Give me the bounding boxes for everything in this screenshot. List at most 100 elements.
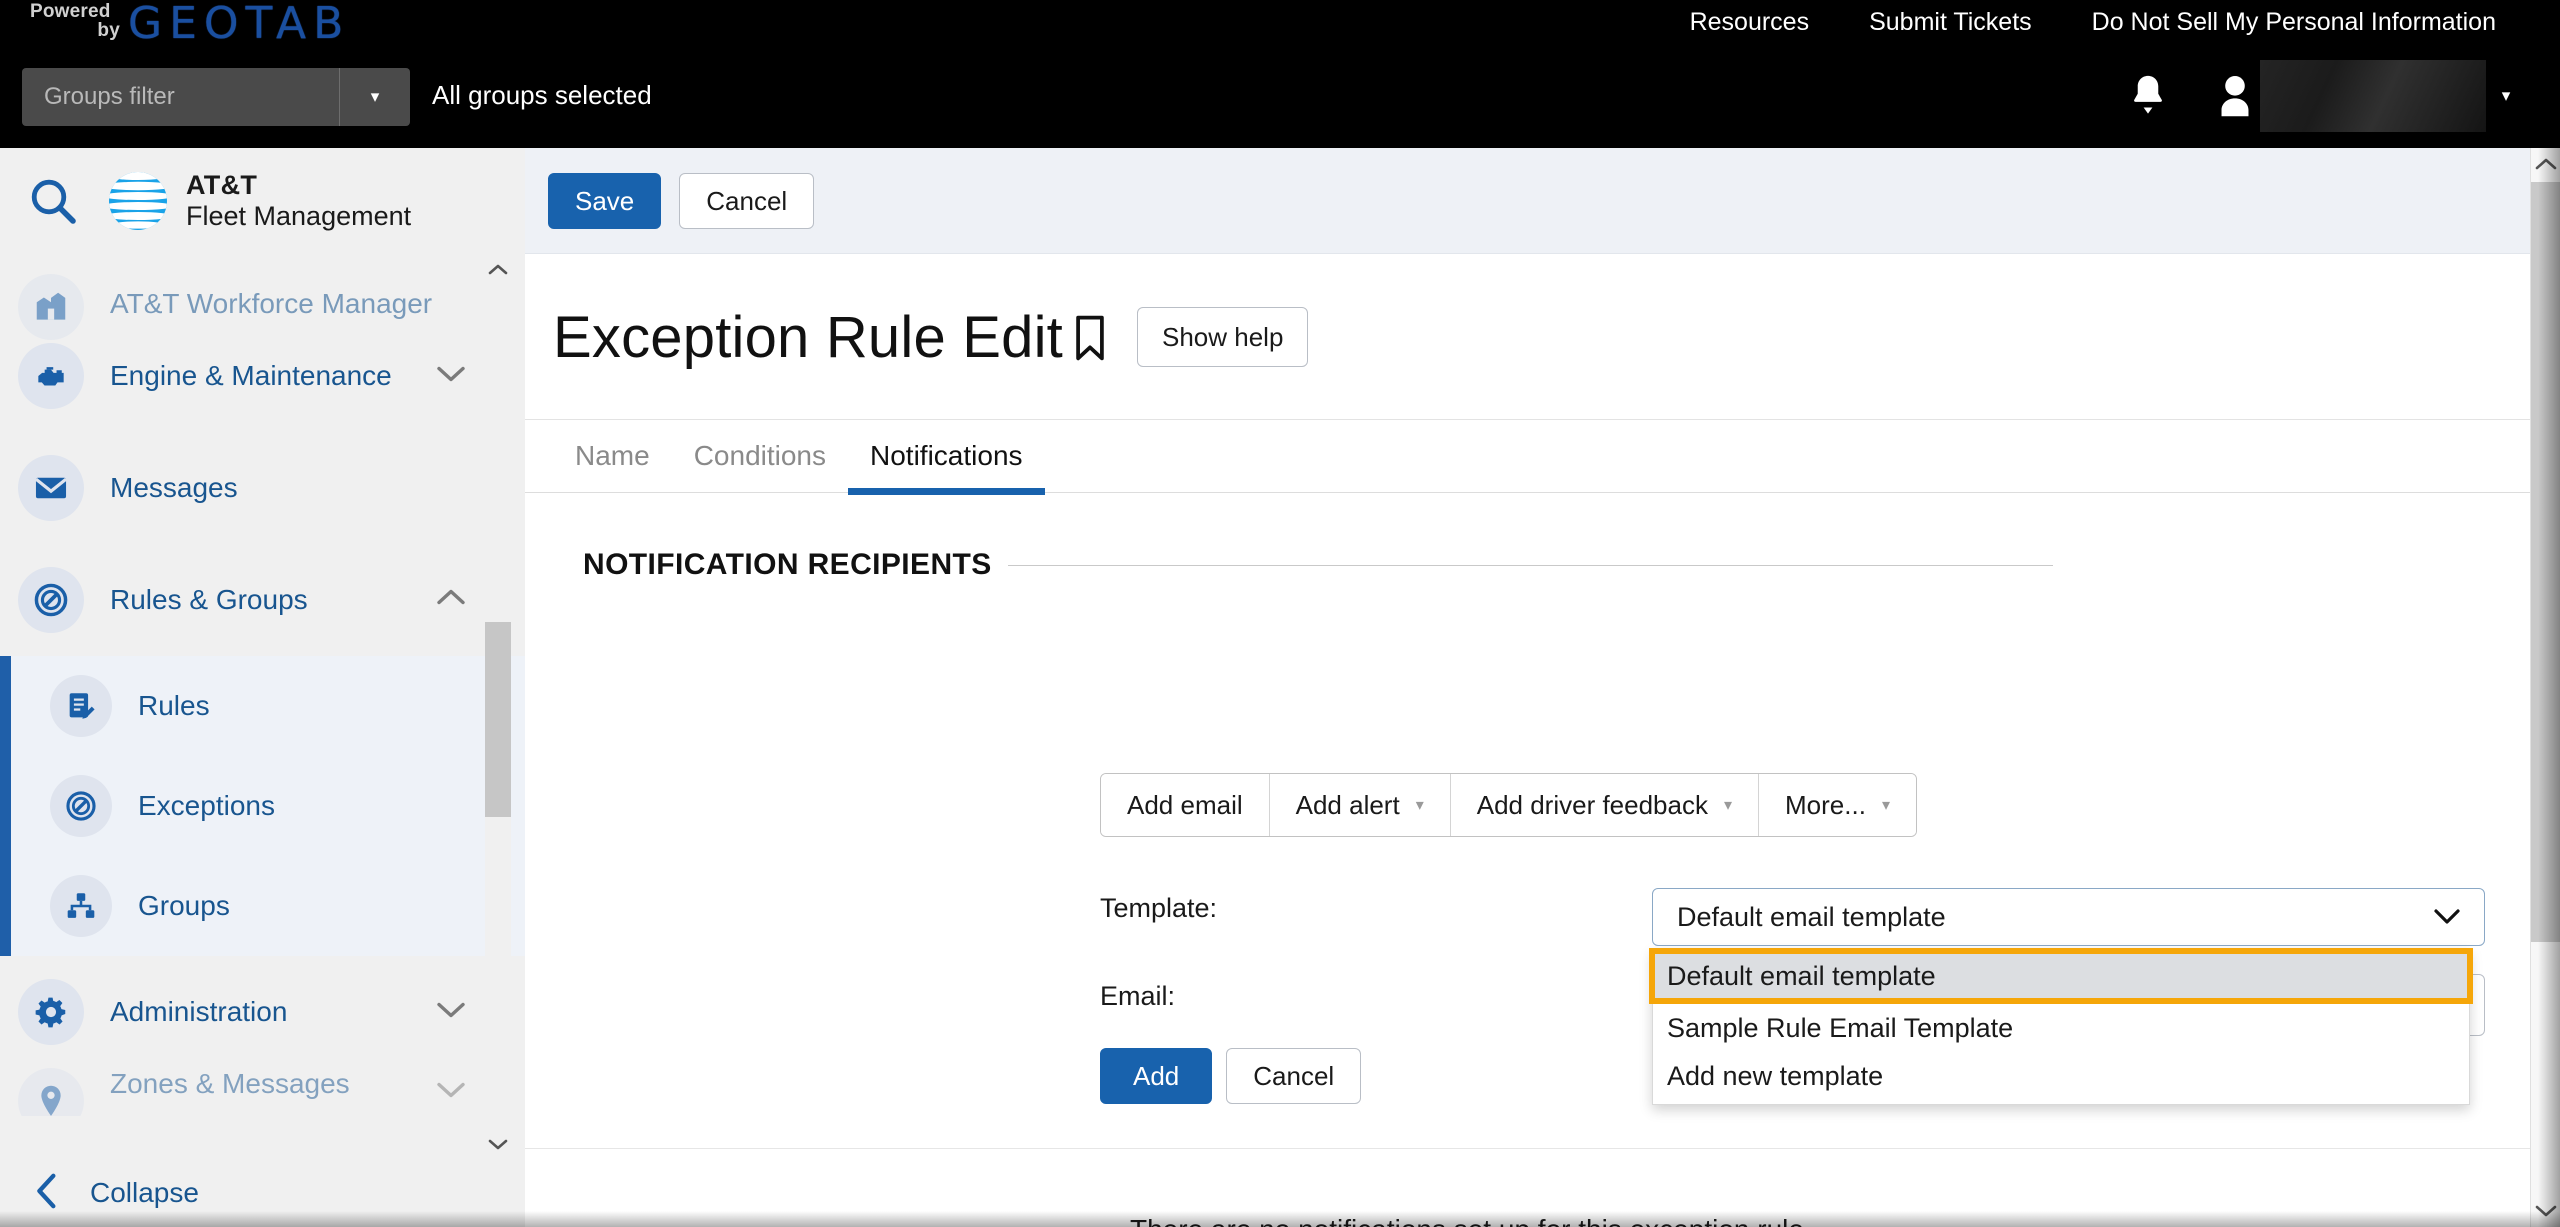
template-selected-value: Default email template (1677, 901, 1946, 932)
sidebar-item-zones[interactable]: Zones & Messages (0, 1068, 525, 1116)
notification-bell-icon[interactable] (2126, 72, 2170, 120)
add-email-label: Add email (1127, 789, 1243, 820)
chevron-down-icon[interactable]: ▾ (1882, 795, 1890, 815)
form-cancel-button[interactable]: Cancel (1226, 1048, 1362, 1104)
chevron-down-icon[interactable] (435, 1000, 467, 1025)
template-dropdown-list: Default email template Sample Rule Email… (1649, 948, 2473, 1105)
sidebar-item-label: Rules (138, 690, 210, 721)
sidebar-item-engine-maintenance[interactable]: Engine & Maintenance (0, 320, 525, 432)
sidebar-item-groups[interactable]: Groups (0, 856, 525, 956)
scroll-down-icon[interactable] (2531, 1195, 2560, 1227)
sidebar-item-messages[interactable]: Messages (0, 432, 525, 544)
tab-name[interactable]: Name (553, 440, 672, 492)
page-title: Exception Rule Edit (553, 304, 1063, 370)
show-help-button[interactable]: Show help (1136, 307, 1309, 367)
add-alert-label: Add alert (1295, 789, 1400, 820)
sidebar-scrollbar[interactable] (485, 254, 511, 1159)
sidebar-collapse-button[interactable]: Collapse (0, 1159, 525, 1227)
att-fleet-logo: AT&T Fleet Management (106, 169, 411, 233)
sidebar-item-label: Administration (110, 996, 288, 1027)
add-driver-feedback-label: Add driver feedback (1476, 789, 1708, 820)
chevron-down-icon[interactable]: ▾ (1416, 795, 1424, 815)
tab-notifications[interactable]: Notifications (848, 440, 1045, 495)
groups-filter-input[interactable]: Groups filter (22, 83, 339, 111)
page-scrollbar[interactable] (2530, 148, 2560, 1227)
template-field-row: Template: (1100, 893, 1217, 924)
scrollbar-thumb[interactable] (2531, 182, 2560, 942)
content-divider (525, 1148, 2560, 1149)
geotab-logo: GEOTAB (128, 0, 351, 49)
template-label: Template: (1100, 893, 1218, 923)
sidebar-nav-scroll: AT&T Workforce Manager Engine & Maintena… (0, 254, 525, 1159)
app-shell: AT&T Fleet Management AT&T Workforce Man… (0, 148, 2560, 1227)
user-avatar-icon[interactable] (2214, 72, 2256, 120)
sidebar-subgroup-rules-groups: Rules Exceptions Groups (0, 656, 525, 956)
sidebar-item-rules[interactable]: Rules (0, 656, 525, 756)
action-bar: Save Cancel (525, 148, 2560, 254)
notification-recipients-header: NOTIFICATION RECIPIENTS (583, 548, 2053, 582)
chevron-down-icon[interactable]: ▾ (340, 87, 410, 107)
rules-icon (18, 567, 84, 633)
nav-link-resources[interactable]: Resources (1660, 8, 1840, 37)
sidebar-item-administration[interactable]: Administration (0, 956, 525, 1068)
user-menu-chevron-icon[interactable]: ▾ (2486, 86, 2526, 106)
dropdown-option-default-email-template[interactable]: Default email template (1649, 948, 2473, 1004)
chevron-up-icon[interactable] (435, 588, 467, 613)
att-brand-line2: Fleet Management (186, 201, 412, 231)
dropdown-option-add-new-template[interactable]: Add new template (1653, 1052, 2469, 1100)
dropdown-option-sample-rule-email-template[interactable]: Sample Rule Email Template (1653, 1004, 2469, 1052)
cancel-button[interactable]: Cancel (679, 172, 815, 229)
template-select[interactable]: Default email template (1652, 888, 2485, 946)
left-sidebar: AT&T Fleet Management AT&T Workforce Man… (0, 148, 525, 1227)
app-root: Powered by GEOTAB Groups filter ▾ All gr… (0, 0, 2560, 1227)
powered-by-line1: Powered (30, 1, 111, 22)
email-label: Email: (1100, 981, 1176, 1011)
gear-icon (18, 979, 84, 1045)
sidebar-item-label: AT&T Workforce Manager (110, 288, 433, 319)
nav-link-do-not-sell[interactable]: Do Not Sell My Personal Information (2062, 8, 2526, 37)
nav-link-submit-tickets[interactable]: Submit Tickets (1839, 8, 2062, 37)
att-brand-line1: AT&T (186, 169, 258, 200)
sidebar-item-label: Rules & Groups (110, 584, 308, 615)
add-alert-button[interactable]: Add alert ▾ (1269, 774, 1451, 836)
recipient-type-button-group: Add email Add alert ▾ Add driver feedbac… (1100, 773, 1917, 837)
scroll-up-icon[interactable] (2531, 148, 2560, 180)
bookmark-icon[interactable] (1073, 314, 1107, 367)
groups-hierarchy-icon (50, 875, 112, 937)
sidebar-header: AT&T Fleet Management (0, 148, 525, 254)
tab-conditions[interactable]: Conditions (672, 440, 848, 492)
chevron-down-icon[interactable] (2432, 902, 2462, 933)
main-content: Save Cancel Exception Rule Edit Show hel… (525, 148, 2560, 1227)
add-driver-feedback-button[interactable]: Add driver feedback ▾ (1450, 774, 1760, 836)
groups-filter-dropdown[interactable]: Groups filter ▾ (22, 68, 410, 126)
engine-icon (18, 343, 84, 409)
sidebar-item-label: Exceptions (138, 790, 275, 821)
sidebar-item-exceptions[interactable]: Exceptions (0, 756, 525, 856)
sidebar-item-label: Engine & Maintenance (110, 360, 392, 391)
chevron-down-icon[interactable]: ▾ (1724, 795, 1732, 815)
save-button[interactable]: Save (548, 172, 662, 229)
global-topbar: Powered by GEOTAB Groups filter ▾ All gr… (0, 0, 2560, 148)
scrollbar-thumb[interactable] (485, 622, 511, 817)
user-name-redacted (2260, 60, 2486, 132)
sidebar-item-rules-groups[interactable]: Rules & Groups (0, 544, 525, 656)
powered-by-label: Powered by (30, 2, 120, 40)
att-globe-icon (106, 169, 170, 233)
sidebar-item-workforce-manager[interactable]: AT&T Workforce Manager (0, 254, 525, 340)
chevron-down-icon[interactable] (435, 364, 467, 389)
powered-by-line2: by (97, 20, 120, 41)
document-edit-icon (50, 675, 112, 737)
form-action-buttons: Add Cancel (1100, 1048, 1362, 1104)
sidebar-item-label: Messages (110, 472, 238, 503)
groups-selected-status: All groups selected (432, 80, 652, 110)
chevron-down-icon[interactable] (435, 1080, 467, 1105)
topbar-icon-row: ▾ (2126, 60, 2526, 132)
search-icon[interactable] (0, 175, 106, 227)
add-email-button[interactable]: Add email (1101, 774, 1270, 836)
map-pin-icon (18, 1068, 84, 1116)
add-button[interactable]: Add (1100, 1048, 1213, 1104)
scroll-down-icon[interactable] (485, 1129, 511, 1159)
more-options-button[interactable]: More... ▾ (1759, 774, 1916, 836)
scroll-up-icon[interactable] (485, 254, 511, 284)
tab-bar: Name Conditions Notifications (525, 421, 2560, 495)
